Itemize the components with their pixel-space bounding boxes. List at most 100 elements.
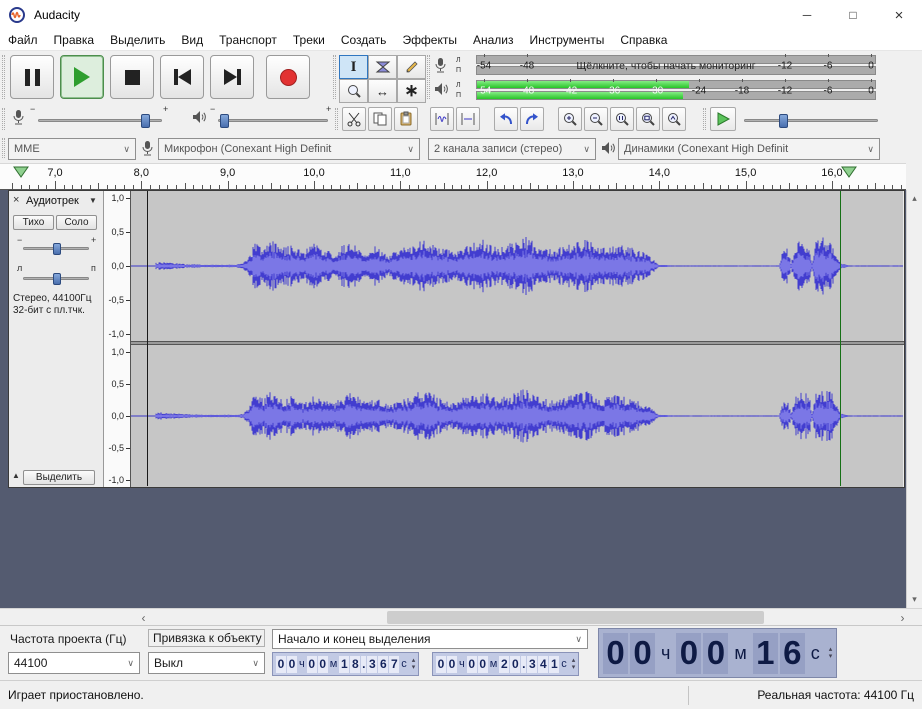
time-digit[interactable]: 0 — [317, 655, 328, 673]
close-button[interactable]: × — [876, 0, 922, 30]
toolbar-grip[interactable] — [2, 55, 5, 99]
snap-to-dropdown[interactable]: Выкл ∨ — [148, 652, 265, 674]
copy-button[interactable] — [368, 107, 392, 131]
silence-audio-button[interactable] — [456, 107, 480, 131]
trim-audio-button[interactable] — [430, 107, 454, 131]
time-digit[interactable]: 0 — [703, 632, 729, 674]
time-spinner[interactable]: ▴ ▾ — [572, 657, 576, 671]
time-digit[interactable]: 3 — [367, 655, 378, 673]
menu-item[interactable]: Правка — [46, 30, 103, 50]
time-digit[interactable]: 0 — [436, 655, 446, 673]
audio-host-dropdown[interactable]: MME ∨ — [8, 138, 136, 160]
time-digit[interactable]: . — [361, 655, 367, 673]
time-digit[interactable]: 7 — [389, 655, 400, 673]
menu-item[interactable]: Анализ — [465, 30, 522, 50]
time-digit[interactable]: 1 — [752, 632, 778, 674]
time-digit[interactable]: 0 — [603, 632, 628, 674]
play-speed-slider[interactable] — [744, 114, 878, 128]
scroll-left-button[interactable]: ‹ — [135, 610, 152, 625]
time-unit-label[interactable]: м — [330, 658, 338, 670]
time-digit[interactable]: 0 — [510, 655, 521, 673]
paste-button[interactable] — [394, 107, 418, 131]
track-title[interactable]: Аудиотрек — [26, 195, 79, 207]
horizontal-scrollbar[interactable]: ‹ › — [0, 608, 922, 625]
playback-volume-thumb[interactable] — [220, 114, 229, 128]
scroll-down-button[interactable]: ▾ — [907, 594, 922, 605]
time-digit[interactable]: . — [521, 655, 527, 673]
pan-thumb[interactable] — [53, 273, 61, 285]
time-unit-label[interactable]: м — [734, 643, 746, 664]
playback-volume-slider[interactable] — [218, 114, 328, 128]
envelope-tool[interactable] — [368, 55, 397, 79]
time-unit-label[interactable]: ч — [299, 658, 305, 670]
recording-meter[interactable]: ЛП Щёлкните, чтобы начать мониторинг -54… — [432, 54, 880, 78]
play-button[interactable] — [60, 55, 104, 99]
time-digit[interactable]: 0 — [287, 655, 297, 673]
pan-slider[interactable] — [23, 273, 89, 285]
time-unit-label[interactable]: с — [401, 658, 407, 670]
audio-track[interactable]: × Аудиотрек ▼ Тихо Соло − + л п Стерео, … — [8, 190, 905, 488]
menu-item[interactable]: Транспорт — [211, 30, 285, 50]
recording-device-dropdown[interactable]: Микрофон (Conexant High Definit ∨ — [158, 138, 420, 160]
time-digit[interactable]: 0 — [477, 655, 488, 673]
time-digit[interactable]: 3 — [527, 655, 538, 673]
zoom-fit-button[interactable] — [636, 107, 660, 131]
maximize-button[interactable]: □ — [830, 0, 876, 30]
time-digit[interactable]: 8 — [350, 655, 361, 673]
time-spinner[interactable]: ▴ ▾ — [412, 657, 416, 671]
scroll-right-button[interactable]: › — [894, 610, 911, 625]
playback-position-display[interactable]: 0 0 ч 0 0 м 1 6 с ▴ ▾ — [598, 628, 838, 678]
skip-to-start-button[interactable] — [160, 55, 204, 99]
time-digit[interactable]: 1 — [339, 655, 350, 673]
monitoring-hint[interactable]: Щёлкните, чтобы начать мониторинг — [576, 60, 755, 72]
menu-item[interactable]: Файл — [0, 30, 46, 50]
toolbar-grip[interactable] — [2, 108, 5, 130]
time-unit-label[interactable]: ч — [459, 658, 465, 670]
selection-tool[interactable]: I — [339, 55, 368, 79]
skip-to-end-button[interactable] — [210, 55, 254, 99]
recording-volume-slider[interactable] — [38, 114, 162, 128]
time-digit[interactable]: 0 — [630, 632, 655, 674]
time-digit[interactable]: 0 — [276, 655, 286, 673]
time-digit[interactable]: 4 — [538, 655, 549, 673]
timeline-ruler[interactable]: 7,0 8,0 9,0 10,0 11,0 12,0 13,0 14,0 15,0 16,0 — [0, 163, 910, 190]
time-unit-label[interactable]: с — [811, 643, 820, 664]
record-button[interactable] — [266, 55, 310, 99]
vertical-scrollbar[interactable]: ▴ ▾ — [906, 190, 922, 608]
minimize-button[interactable]: ─ — [784, 0, 830, 30]
time-digit[interactable]: 0 — [466, 655, 477, 673]
toolbar-grip[interactable] — [703, 108, 706, 130]
mute-button[interactable]: Тихо — [13, 215, 54, 230]
time-digit[interactable]: 1 — [549, 655, 560, 673]
time-unit-label[interactable]: ч — [661, 643, 670, 664]
playback-meter[interactable]: ЛП -54 -48 -42 -36 -30 -24 -18 -12 -6 0 — [432, 79, 880, 103]
menu-item[interactable]: Выделить — [102, 30, 173, 50]
track-select-button[interactable]: Выделить — [23, 470, 95, 485]
time-digit[interactable]: 6 — [378, 655, 389, 673]
track-collapse-button[interactable]: ▲ — [12, 471, 20, 480]
play-at-speed-button[interactable] — [710, 107, 736, 131]
solo-button[interactable]: Соло — [56, 215, 97, 230]
time-digit[interactable]: 0 — [447, 655, 457, 673]
stop-button[interactable] — [110, 55, 154, 99]
zoom-toggle-button[interactable] — [662, 107, 686, 131]
menu-item[interactable]: Треки — [285, 30, 333, 50]
recording-channels-dropdown[interactable]: 2 канала записи (стерео) ∨ — [428, 138, 596, 160]
selection-start-time[interactable]: 0 0 ч 0 0 м 1 8. 3 6 7 с ▴ ▾ — [272, 652, 420, 676]
time-digit[interactable]: 6 — [779, 632, 805, 674]
zoom-selection-button[interactable] — [610, 107, 634, 131]
project-rate-dropdown[interactable]: 44100 ∨ — [8, 652, 140, 674]
time-shift-tool[interactable]: ↔ — [368, 79, 397, 103]
time-digit[interactable]: 0 — [306, 655, 317, 673]
toolbar-grip[interactable] — [427, 55, 430, 99]
time-unit-label[interactable]: с — [561, 658, 567, 670]
toolbar-grip[interactable] — [2, 138, 5, 158]
menu-item[interactable]: Инструменты — [522, 30, 613, 50]
toolbar-grip[interactable] — [335, 108, 338, 130]
timeline-start-marker[interactable] — [13, 166, 29, 178]
cut-button[interactable] — [342, 107, 366, 131]
waveform-left-channel[interactable] — [131, 191, 903, 341]
draw-tool[interactable] — [397, 55, 426, 79]
zoom-out-button[interactable] — [584, 107, 608, 131]
gain-thumb[interactable] — [53, 243, 61, 255]
